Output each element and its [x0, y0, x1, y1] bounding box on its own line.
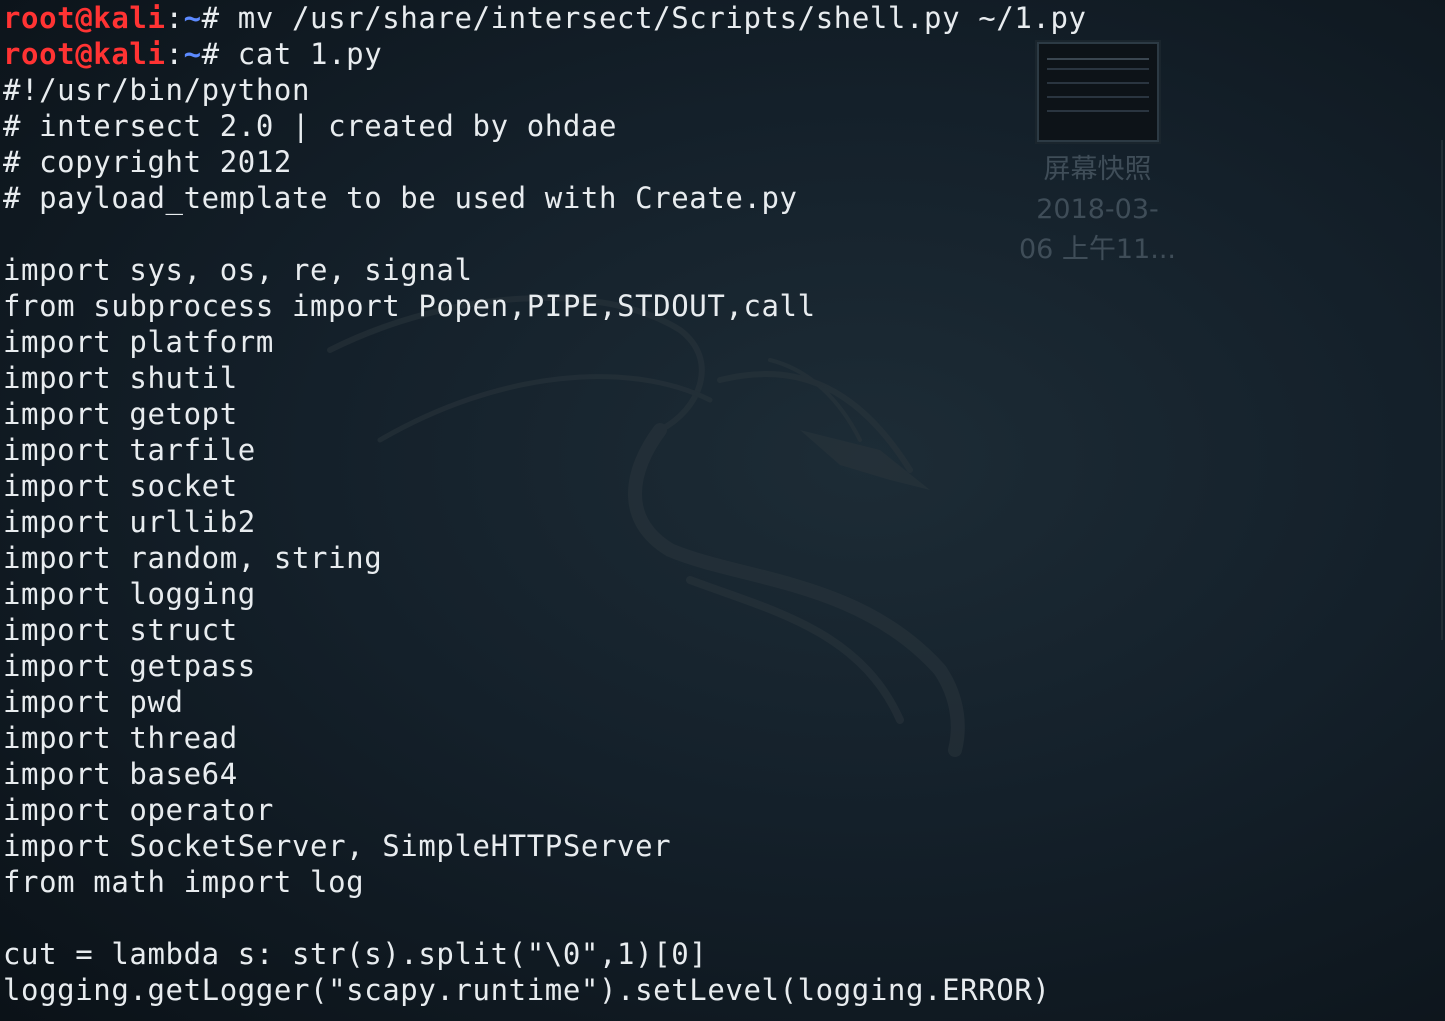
output-line: import platform [3, 325, 274, 359]
prompt-symbol: # [201, 37, 220, 71]
output-line: import struct [3, 613, 238, 647]
output-line: import operator [3, 793, 274, 827]
output-line: import urllib2 [3, 505, 256, 539]
command-text: mv /usr/share/intersect/Scripts/shell.py… [219, 1, 1087, 35]
output-line: import SocketServer, SimpleHTTPServer [3, 829, 672, 863]
output-line: # payload_template to be used with Creat… [3, 181, 798, 215]
prompt-separator: : [165, 37, 184, 71]
output-line: logging.getLogger("scapy.runtime").setLe… [3, 973, 1051, 1007]
output-line: import base64 [3, 757, 238, 791]
output-line: from subprocess import Popen,PIPE,STDOUT… [3, 289, 816, 323]
output-line: # copyright 2012 [3, 145, 292, 179]
output-line: import shutil [3, 361, 238, 395]
prompt-symbol: # [201, 1, 220, 35]
terminal-output[interactable]: root@kali:~# mv /usr/share/intersect/Scr… [3, 0, 1445, 1021]
output-line: from math import log [3, 865, 365, 899]
prompt-user-host: root@kali [3, 1, 166, 35]
prompt-path: ~ [183, 37, 202, 71]
output-line: import getopt [3, 397, 238, 431]
command-text: cat 1.py [219, 37, 383, 71]
output-line: cut = lambda s: str(s).split("\0",1)[0] [3, 937, 708, 971]
output-line: import tarfile [3, 433, 256, 467]
command-line: root@kali:~# mv /usr/share/intersect/Scr… [3, 0, 1445, 36]
output-line: import logging [3, 577, 256, 611]
prompt-user-host: root@kali [3, 37, 166, 71]
output-line: import getpass [3, 649, 256, 683]
prompt-separator: : [165, 1, 184, 35]
file-content: #!/usr/bin/python # intersect 2.0 | creat… [3, 72, 1445, 1008]
output-line: #!/usr/bin/python [3, 73, 311, 107]
prompt-path: ~ [183, 1, 202, 35]
output-line: # intersect 2.0 | created by ohdae [3, 109, 618, 143]
output-line: import pwd [3, 685, 184, 719]
output-line: import thread [3, 721, 238, 755]
command-line: root@kali:~# cat 1.py [3, 36, 1445, 72]
output-line: import sys, os, re, signal [3, 253, 473, 287]
output-line: import random, string [3, 541, 383, 575]
output-line: import socket [3, 469, 238, 503]
